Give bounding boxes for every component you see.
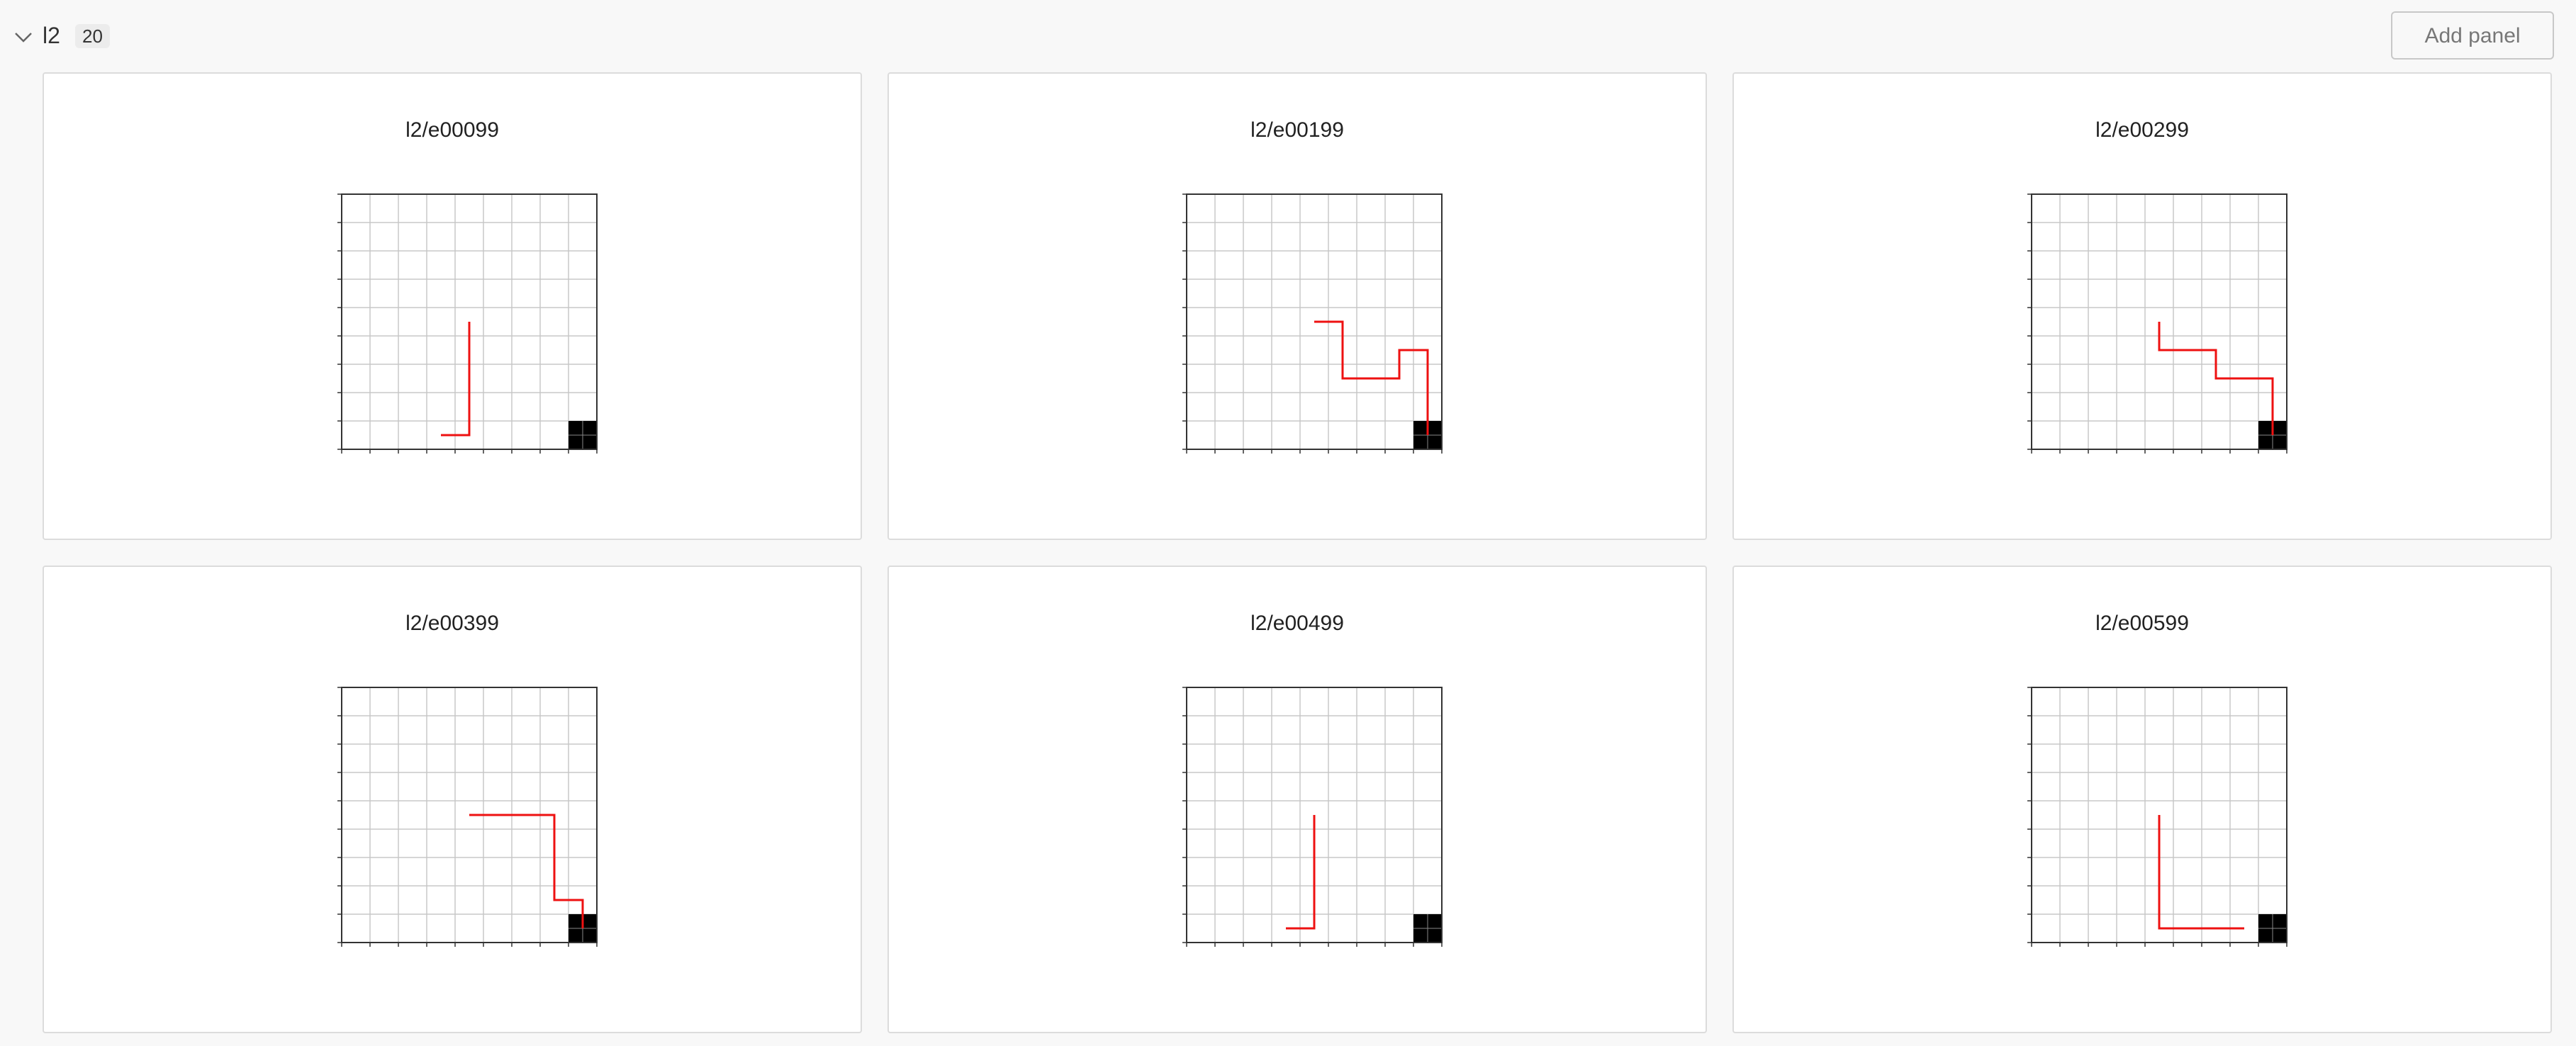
grid-plot: [1182, 687, 1443, 947]
chart-panel[interactable]: l2/e00499: [887, 566, 1707, 1033]
section-title: l2: [43, 23, 60, 48]
panel-title: l2/e00099: [405, 118, 499, 142]
chart-panel[interactable]: l2/e00199: [887, 72, 1707, 540]
panel-title: l2/e00399: [405, 612, 499, 635]
chart-panel[interactable]: l2/e00399: [43, 566, 862, 1033]
section-count-badge: 20: [75, 24, 110, 48]
chevron-down-icon[interactable]: [13, 27, 34, 48]
section-header: l2 20 Add panel: [0, 0, 2576, 71]
grid-plot: [337, 193, 598, 454]
add-panel-button[interactable]: Add panel: [2391, 11, 2554, 60]
grid-plot: [2027, 193, 2287, 454]
chart-panel[interactable]: l2/e00299: [1732, 72, 2552, 540]
grid-plot: [1182, 193, 1443, 454]
trajectory-line: [1314, 320, 1429, 435]
grid-plot: [337, 687, 598, 947]
trajectory-line: [469, 814, 584, 928]
chart-panel[interactable]: l2/e00599: [1732, 566, 2552, 1033]
panel-grid: l2/e00099 l2/e00199 l2/e00299 l2/e00399 l2/e…: [43, 72, 2552, 1033]
panel-title: l2/e00599: [2095, 612, 2189, 635]
chart-panel[interactable]: l2/e00099: [43, 72, 862, 540]
grid-plot: [2027, 687, 2287, 947]
panel-title: l2/e00199: [1250, 118, 1344, 142]
panel-title: l2/e00299: [2095, 118, 2189, 142]
panel-title: l2/e00499: [1250, 612, 1344, 635]
trajectory-line: [2158, 322, 2274, 435]
